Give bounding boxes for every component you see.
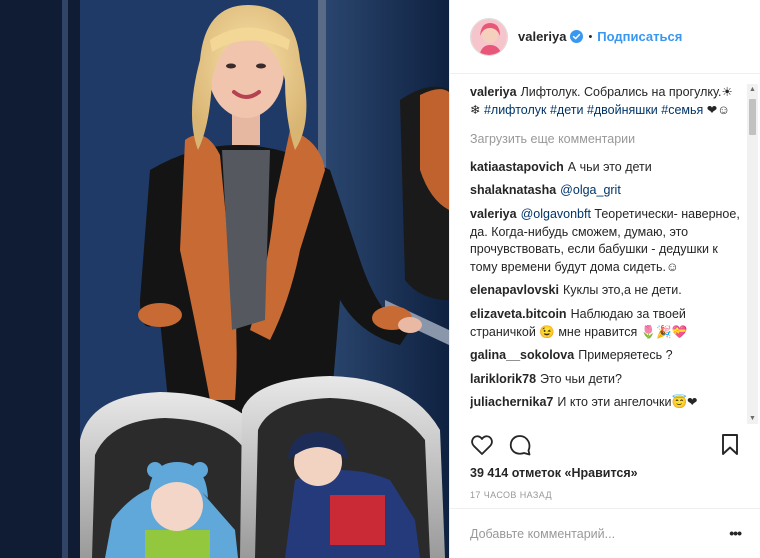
comment-username[interactable]: katiaastapovich xyxy=(470,160,564,174)
more-options-button[interactable]: ••• xyxy=(729,525,742,541)
post-photo[interactable] xyxy=(0,0,449,558)
comment: valeriya @olgavonbft Теоретически- наверн… xyxy=(470,206,742,276)
separator-dot: • xyxy=(588,30,593,43)
caption: valeriya Лифтолук. Собрались на прогулку.… xyxy=(470,84,742,119)
avatar[interactable] xyxy=(470,17,508,56)
bookmark-icon[interactable] xyxy=(720,433,740,457)
comment-mention[interactable]: @olga_grit xyxy=(560,183,621,197)
comment-text: А чьи это дети xyxy=(567,159,652,174)
comment-text: Примеряетесь ? xyxy=(578,348,673,363)
hashtag[interactable]: #двойняшки xyxy=(587,103,658,117)
comment: elizaveta.bitcoin Наблюдаю за твоей стран… xyxy=(470,306,742,341)
follow-button[interactable]: Подписаться xyxy=(597,29,682,44)
avatar-image xyxy=(471,18,507,55)
comment: elenapavlovski Куклы это,а не дети. xyxy=(470,282,742,300)
comment: lariklorik78 Это чьи дети? xyxy=(470,371,742,389)
comment-username[interactable]: galina__sokolova xyxy=(470,348,574,362)
comment-mention[interactable]: @olgavonbft xyxy=(521,207,591,221)
post-timestamp: 17 ЧАСОВ НАЗАД xyxy=(470,490,552,500)
comment: galina__sokolova Примеряетесь ? xyxy=(470,347,742,365)
header-username[interactable]: valeriya xyxy=(518,29,566,44)
hashtag[interactable]: #дети xyxy=(550,103,584,117)
comment-text: И кто эти ангелочки😇❤ xyxy=(557,395,698,410)
photo-elevator-scene xyxy=(0,0,449,558)
action-bar xyxy=(470,433,742,459)
comment-icon[interactable] xyxy=(508,433,532,457)
comments-list: valeriya Лифтолук. Собрались на прогулку.… xyxy=(470,84,742,424)
comment-username[interactable]: shalaknatasha xyxy=(470,183,556,197)
comment-text: Куклы это,а не дети. xyxy=(562,283,682,298)
hashtag[interactable]: #лифтолук xyxy=(484,103,547,117)
likes-count[interactable]: 39 414 отметок «Нравится» xyxy=(470,466,638,480)
comment: juliachernika7 И кто эти ангелочки😇❤ xyxy=(470,394,742,412)
comment-username[interactable]: valeriya xyxy=(470,207,517,221)
hashtag[interactable]: #семья xyxy=(661,103,703,117)
scroll-up-arrow-icon[interactable]: ▲ xyxy=(747,84,758,95)
comment-username[interactable]: lariklorik78 xyxy=(470,372,536,386)
comment-text: Это чьи дети? xyxy=(540,371,622,386)
post-sidebar: valeriya • Подписаться valeriya Лифтолук.… xyxy=(449,0,760,558)
comment: shalaknatasha @olga_grit xyxy=(470,182,742,200)
instagram-post: valeriya • Подписаться valeriya Лифтолук.… xyxy=(0,0,760,558)
comment-username[interactable]: juliachernika7 xyxy=(470,395,553,409)
heart-icon[interactable] xyxy=(470,433,494,457)
post-header: valeriya • Подписаться xyxy=(450,0,760,74)
add-comment-input[interactable] xyxy=(470,521,720,547)
comments-scrollbar[interactable]: ▲ ▼ xyxy=(747,84,758,424)
comment-username[interactable]: elenapavlovski xyxy=(470,283,559,297)
comment-username[interactable]: elizaveta.bitcoin xyxy=(470,307,567,321)
scrollbar-thumb[interactable] xyxy=(749,99,756,135)
caption-username[interactable]: valeriya xyxy=(470,85,517,99)
caption-tail: ❤☺ xyxy=(703,102,731,117)
load-more-comments-button[interactable]: Загрузить еще комментарии xyxy=(470,131,742,149)
scroll-down-arrow-icon[interactable]: ▼ xyxy=(747,413,758,424)
verified-icon xyxy=(570,30,584,43)
add-comment-section: ••• xyxy=(450,508,760,558)
comment: katiaastapovich А чьи это дети xyxy=(470,159,742,177)
